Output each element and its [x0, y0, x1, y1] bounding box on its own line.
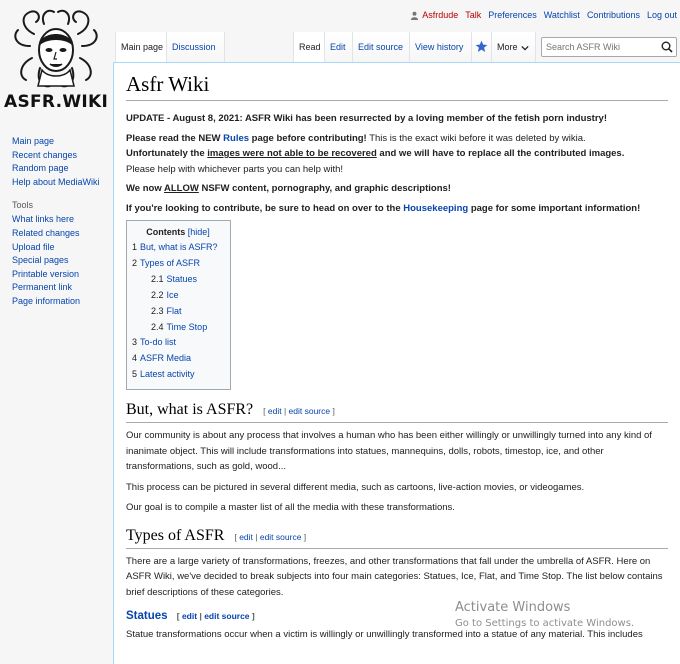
toc-item[interactable]: 4 ASFR Media	[132, 351, 224, 367]
nsfw-notice: We now ALLOW NSFW content, pornography, …	[126, 181, 668, 197]
section-edit-links: [ edit | edit source ]	[263, 406, 335, 417]
edit-section-link[interactable]: edit	[239, 532, 253, 542]
toc-item[interactable]: 5 Latest activity	[132, 367, 224, 383]
update-text: UPDATE - August 8, 2021: ASFR Wiki has b…	[126, 113, 607, 124]
update-notice: UPDATE - August 8, 2021: ASFR Wiki has b…	[126, 111, 668, 127]
user-icon	[411, 11, 419, 20]
search-button[interactable]	[661, 41, 673, 56]
toc-subitem[interactable]: 2.4 Time Stop	[132, 320, 224, 336]
more-menu[interactable]: More	[492, 32, 536, 62]
tab-edit[interactable]: Edit	[325, 32, 353, 62]
rules-post: This is the exact wiki before it was del…	[366, 132, 586, 144]
table-of-contents: Contents [hide] 1 But, what is ASFR? 2 Typ…	[126, 220, 231, 391]
user-link[interactable]: Asfrdude	[410, 10, 458, 20]
page-title: Asfr Wiki	[126, 72, 668, 101]
watch-star-button[interactable]	[472, 32, 492, 62]
edit-source-section-link[interactable]: edit source	[260, 532, 302, 542]
toc-item[interactable]: 2 Types of ASFR	[132, 256, 224, 272]
section-heading-what-is-asfr: But, what is ASFR? [ edit | edit source …	[126, 401, 668, 424]
personal-tools: Asfrdude Talk Preferences Watchlist Cont…	[410, 10, 677, 20]
sidebar-item-special-pages[interactable]: Special pages	[12, 254, 112, 268]
toc-subitem[interactable]: 2.2 Ice	[132, 288, 224, 304]
logo-text: ASFR.WIKI	[4, 92, 109, 112]
rules-link[interactable]: Rules	[223, 133, 249, 144]
housekeeping-link[interactable]: Housekeeping	[403, 203, 468, 214]
username: Asfrdude	[422, 10, 459, 20]
sidebar-item-recent-changes[interactable]: Recent changes	[12, 149, 112, 163]
help-line: Please help with whichever parts you can…	[126, 163, 344, 175]
toc-item[interactable]: 1 But, what is ASFR?	[132, 240, 224, 256]
tab-view-history[interactable]: View history	[410, 32, 472, 62]
toc-title: Contents [hide]	[132, 227, 224, 237]
images-post: and we will have to replace all the cont…	[376, 148, 625, 159]
paragraph: Our community is about any process that …	[126, 430, 652, 473]
search-box	[541, 37, 677, 57]
toc-subitem[interactable]: 2.1 Statues	[132, 272, 224, 288]
nsfw-post: NSFW content, pornography, and graphic d…	[198, 183, 451, 194]
images-pre: Unfortunately the	[126, 148, 208, 159]
activate-windows-watermark: Activate Windows Go to Settings to activ…	[455, 600, 634, 629]
site-logo[interactable]: ASFR.WIKI	[4, 6, 108, 114]
toc-item[interactable]: 3 To-do list	[132, 335, 224, 351]
more-label: More	[497, 42, 518, 52]
sidebar-item-main-page[interactable]: Main page	[12, 135, 112, 149]
paragraph: Statue transformations occur when a vict…	[126, 629, 643, 641]
tab-discussion[interactable]: Discussion	[167, 32, 225, 62]
rules-notice: Please read the NEW Rules page before co…	[126, 131, 668, 178]
sidebar-item-what-links-here[interactable]: What links here	[12, 213, 112, 227]
contrib-post: page for some important information!	[468, 202, 641, 214]
section-heading-types-of-asfr: Types of ASFR [ edit | edit source ]	[126, 527, 668, 549]
sidebar: Main page Recent changes Random page Hel…	[12, 135, 112, 309]
sidebar-item-random-page[interactable]: Random page	[12, 162, 112, 176]
sidebar-item-permanent-link[interactable]: Permanent link	[12, 281, 112, 295]
toc-subitem[interactable]: 2.3 Flat	[132, 304, 224, 320]
section-edit-links: [ edit | edit source ]	[176, 611, 255, 622]
search-icon	[661, 41, 673, 53]
watermark-title: Activate Windows	[455, 600, 571, 615]
logout-link[interactable]: Log out	[647, 10, 677, 20]
images-link: images were not able to be recovered	[207, 148, 377, 159]
medusa-logo-icon	[14, 9, 98, 88]
sidebar-item-printable-version[interactable]: Printable version	[12, 268, 112, 282]
star-icon	[475, 40, 488, 52]
tab-read[interactable]: Read	[293, 32, 325, 62]
contribute-notice: If you're looking to contribute, be sure…	[126, 201, 668, 217]
paragraph: This process can be pictured in several …	[126, 481, 585, 493]
main-content: Asfr Wiki UPDATE - August 8, 2021: ASFR …	[113, 62, 680, 664]
nsfw-pre: We now	[126, 183, 164, 194]
chevron-down-icon	[520, 45, 529, 51]
watermark-subtitle: Go to Settings to activate Windows.	[455, 618, 635, 629]
paragraph: Our goal is to compile a master list of …	[126, 502, 455, 514]
sidebar-tools-heading: Tools	[12, 200, 34, 211]
contrib-pre: If you're looking to contribute, be sure…	[126, 202, 404, 214]
watchlist-link[interactable]: Watchlist	[544, 10, 580, 20]
rules-mid: page before contributing!	[249, 132, 367, 144]
edit-section-link[interactable]: edit	[182, 611, 197, 621]
contributions-link[interactable]: Contributions	[587, 10, 640, 20]
sidebar-item-related-changes[interactable]: Related changes	[12, 227, 112, 241]
talk-link[interactable]: Talk	[465, 10, 481, 20]
section-edit-links: [ edit | edit source ]	[234, 531, 307, 542]
edit-source-section-link[interactable]: edit source	[289, 406, 331, 416]
search-input[interactable]	[546, 40, 658, 54]
toc-heading: Contents	[146, 227, 186, 237]
edit-source-section-link[interactable]: edit source	[204, 611, 249, 621]
preferences-link[interactable]: Preferences	[488, 10, 537, 20]
tab-main-page[interactable]: Main page	[115, 32, 167, 62]
sidebar-item-upload-file[interactable]: Upload file	[12, 241, 112, 255]
rules-pre: Please read the NEW	[126, 132, 224, 144]
sidebar-item-help[interactable]: Help about MediaWiki	[12, 176, 112, 190]
paragraph: There are a large variety of transformat…	[126, 555, 663, 598]
edit-section-link[interactable]: edit	[268, 406, 282, 416]
nsfw-allow: ALLOW	[164, 183, 199, 194]
toc-hide-link[interactable]: [hide]	[188, 227, 210, 237]
sidebar-item-page-information[interactable]: Page information	[12, 295, 112, 309]
tab-edit-source[interactable]: Edit source	[353, 32, 410, 62]
